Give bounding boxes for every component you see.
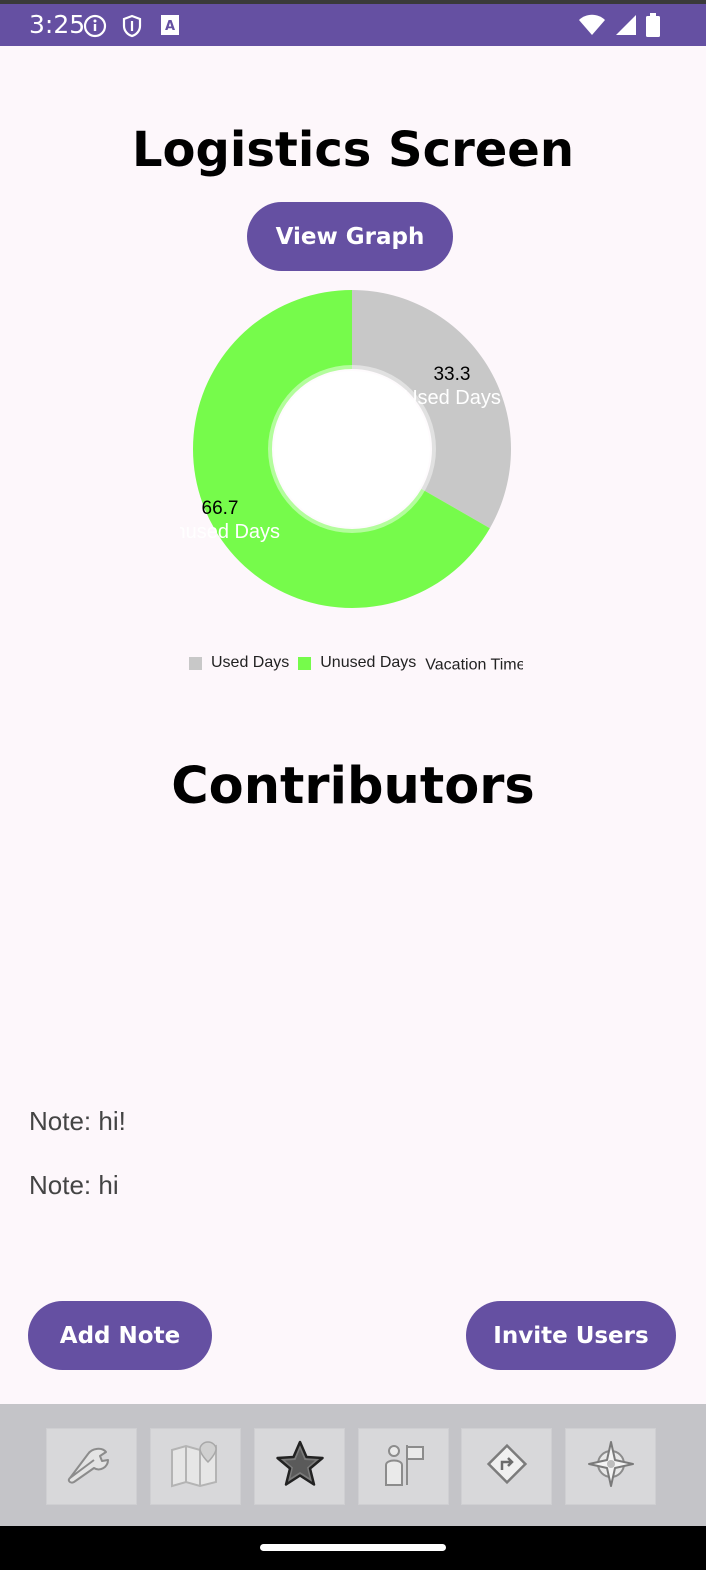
- wrench-icon: [64, 1444, 120, 1489]
- view-graph-button[interactable]: View Graph: [247, 202, 453, 271]
- legend-swatch: [298, 656, 312, 670]
- add-note-button[interactable]: Add Note: [28, 1301, 212, 1370]
- vacation-donut-chart[interactable]: 33.3Used Days 66.7Unused Days: [180, 280, 524, 620]
- legend-swatch: [189, 656, 202, 670]
- legend-description: Vacation Time: [425, 656, 523, 674]
- slice-name-label: Used Days: [403, 387, 501, 409]
- invite-users-button[interactable]: Invite Users: [466, 1301, 676, 1370]
- chart-legend: Used Days Unused Days Vacation Time: [189, 654, 523, 678]
- page-title: Logistics Screen: [131, 122, 575, 178]
- shield-icon: [121, 14, 143, 43]
- home-gesture-handle[interactable]: [260, 1544, 446, 1551]
- nav-compass-button[interactable]: [565, 1428, 656, 1505]
- keyboard-a-icon: A: [160, 14, 180, 41]
- compass-icon: [587, 1440, 635, 1493]
- battery-icon: [646, 13, 660, 42]
- logistics-screen: 3:25 A Logistics Screen View Graph 33.3 U…: [0, 0, 706, 1570]
- status-bar: 3:25 A: [0, 0, 706, 46]
- person-flag-icon: [379, 1441, 429, 1492]
- note-item: Note: hi!: [29, 1106, 126, 1136]
- signal-icon: [614, 13, 638, 42]
- star-icon: [274, 1439, 326, 1494]
- legend-label: Used Days: [211, 654, 290, 671]
- slice-value-label: 66.7: [202, 498, 239, 519]
- system-indicators: [578, 13, 660, 42]
- legend-item: Used Days: [189, 654, 289, 672]
- legend-item: Unused Days: [298, 654, 416, 672]
- nav-map-button[interactable]: [150, 1428, 241, 1505]
- nav-tools-button[interactable]: [46, 1428, 137, 1505]
- directions-sign-icon: [485, 1442, 529, 1491]
- legend-label: Unused Days: [320, 654, 417, 671]
- wifi-icon: [578, 13, 606, 42]
- info-icon: [83, 14, 107, 43]
- status-time: 3:25: [29, 10, 86, 39]
- nav-directions-button[interactable]: [461, 1428, 552, 1505]
- note-item: Note: hi: [29, 1170, 119, 1200]
- svg-text:A: A: [165, 19, 175, 34]
- nav-favorites-button[interactable]: [254, 1428, 345, 1505]
- slice-name-label: Unused Days: [180, 521, 280, 543]
- map-icon: [168, 1440, 224, 1493]
- bottom-toolbar: [0, 1404, 706, 1526]
- slice-value-label: 33.3: [433, 364, 470, 385]
- contributors-title: Contributors: [171, 757, 535, 816]
- nav-person-flag-button[interactable]: [358, 1428, 449, 1505]
- system-navigation-bar: [0, 1526, 706, 1570]
